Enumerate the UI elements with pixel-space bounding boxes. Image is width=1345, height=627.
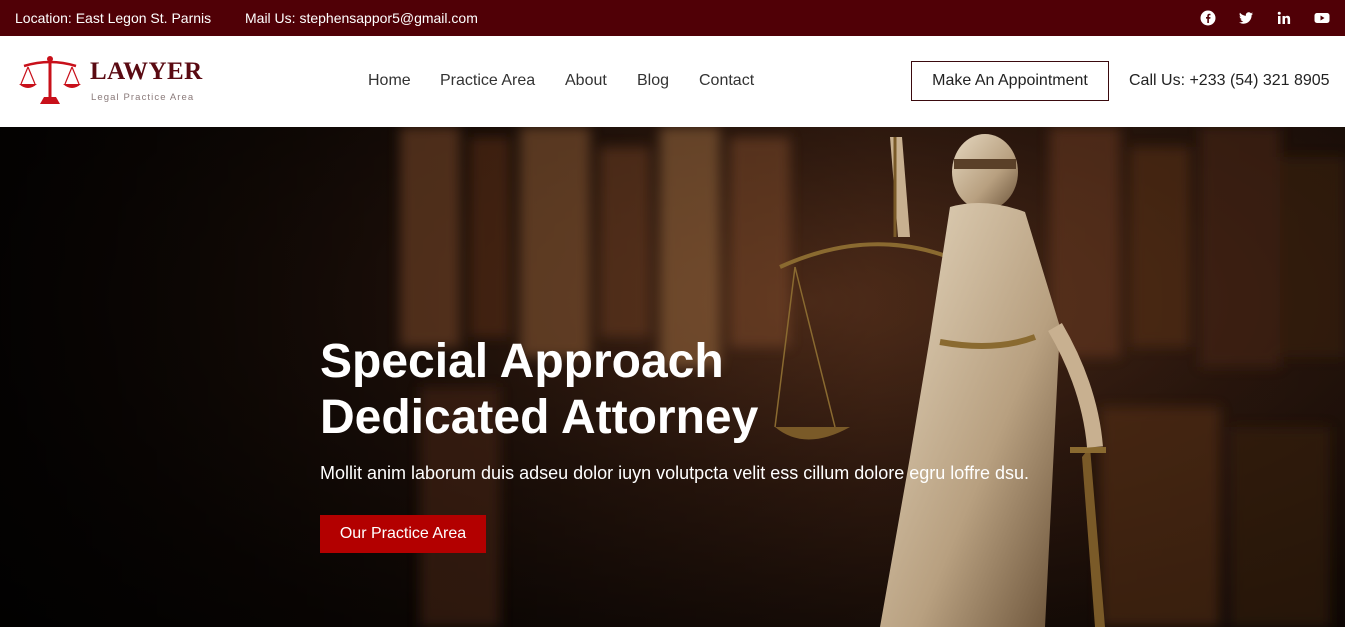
hero-title-line2: Dedicated Attorney [320, 391, 759, 444]
youtube-icon[interactable] [1314, 10, 1330, 26]
hero-section: Special Approach Dedicated Attorney Moll… [0, 127, 1345, 627]
hero-title-line1: Special Approach [320, 335, 724, 388]
linkedin-icon[interactable] [1276, 10, 1292, 26]
nav-home[interactable]: Home [368, 72, 411, 90]
call-us-text[interactable]: Call Us: +233 (54) 321 8905 [1129, 72, 1330, 90]
mail-text[interactable]: Mail Us: stephensappor5@gmail.com [245, 10, 478, 26]
facebook-icon[interactable] [1200, 10, 1216, 26]
main-header: LAWYER Legal Practice Area Home Practice… [0, 36, 1345, 127]
twitter-icon[interactable] [1238, 10, 1254, 26]
our-practice-area-button[interactable]: Our Practice Area [320, 515, 486, 553]
location-text: Location: East Legon St. Parnis [15, 10, 212, 26]
nav-practice-area[interactable]: Practice Area [440, 72, 535, 90]
scales-logo-icon[interactable] [18, 54, 82, 106]
hero-title: Special Approach Dedicated Attorney [320, 334, 758, 446]
nav-contact[interactable]: Contact [699, 72, 754, 90]
top-info-bar: Location: East Legon St. Parnis Mail Us:… [0, 0, 1345, 36]
nav-blog[interactable]: Blog [637, 72, 669, 90]
logo-subtitle: Legal Practice Area [91, 92, 195, 103]
hero-description: Mollit anim laborum duis adseu dolor iuy… [320, 463, 1030, 483]
lady-justice-statue-image [774, 134, 1106, 627]
nav-about[interactable]: About [565, 72, 607, 90]
logo-title[interactable]: LAWYER [90, 58, 203, 86]
make-appointment-button[interactable]: Make An Appointment [911, 61, 1109, 101]
